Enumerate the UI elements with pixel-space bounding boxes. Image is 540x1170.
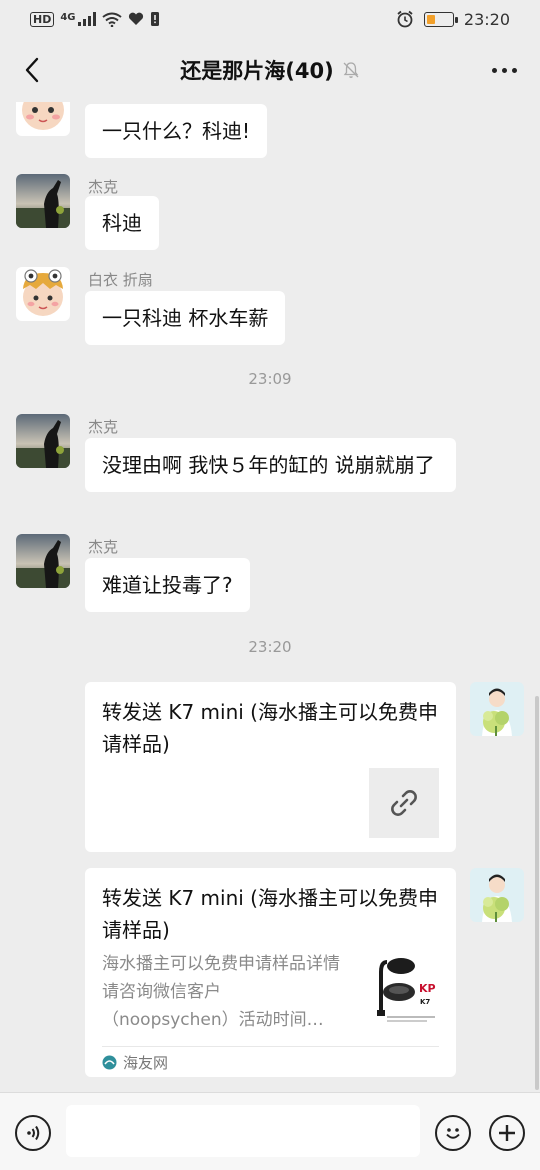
status-time: 23:20 (463, 9, 510, 29)
chat-header: 还是那片海(40) (0, 38, 540, 102)
link-icon (391, 790, 417, 816)
card-description: 海水播主可以免费申请样品详情请咨询微信客户（noopsychen）活动时间… (102, 954, 340, 1030)
message-bubble[interactable]: 科迪 (85, 196, 159, 250)
more-dots-icon (491, 67, 497, 73)
back-button[interactable] (14, 52, 50, 88)
plus-icon (499, 1125, 515, 1141)
sender-name: 白衣 折扇 (88, 271, 153, 289)
avatar[interactable] (16, 102, 70, 136)
message-bubble[interactable]: 没理由啊 我快５年的缸的 说崩就崩了 (85, 438, 456, 492)
avatar[interactable] (16, 174, 70, 228)
scrollbar[interactable] (535, 696, 539, 1090)
alarm-icon (397, 10, 413, 28)
voice-button[interactable] (15, 1115, 51, 1151)
status-bar: HD 4G 23:20 (0, 0, 540, 38)
message-bubble[interactable]: 难道让投毒了? (85, 558, 250, 612)
plus-button[interactable] (489, 1115, 525, 1151)
timestamp: 23:09 (248, 370, 292, 388)
emoji-button[interactable] (435, 1115, 471, 1151)
sender-name: 杰克 (88, 538, 119, 556)
emoji-icon (446, 1128, 460, 1139)
card-source: 海友网 (102, 1052, 168, 1073)
sender-name: 杰克 (88, 418, 119, 436)
notification-icon (150, 12, 159, 26)
heart-icon (128, 12, 143, 25)
bell-off-icon (343, 62, 359, 78)
svg-text:K7: K7 (420, 998, 430, 1006)
shared-article-card[interactable]: 转发送 K7 mini (海水播主可以免费申请样品) 海水播主可以免费申请样品详… (85, 868, 456, 1077)
message-bubble[interactable]: 一只什么？科迪! (85, 104, 268, 158)
chat-title: 还是那片海(40) (180, 59, 334, 83)
shared-link-card[interactable]: 转发送 K7 mini (海水播主可以免费申请样品) (85, 682, 456, 852)
avatar[interactable] (16, 414, 70, 468)
more-options-button[interactable] (486, 56, 522, 84)
svg-text:KP: KP (419, 982, 436, 995)
site-logo-icon (102, 1055, 117, 1070)
avatar[interactable] (16, 534, 70, 588)
card-title: 转发送 K7 mini (海水播主可以免费申请样品) (102, 886, 438, 942)
message-input[interactable] (66, 1105, 420, 1157)
card-title: 转发送 K7 mini (海水播主可以免费申请样品) (102, 700, 438, 756)
link-thumbnail (369, 768, 439, 838)
hd-indicator: HD (30, 11, 55, 27)
avatar[interactable] (16, 267, 70, 321)
timestamp: 23:20 (248, 638, 292, 656)
card-thumbnail: KP K7 (373, 952, 439, 1026)
input-bar (0, 1092, 540, 1170)
wifi-icon (101, 12, 122, 27)
voice-icon (27, 1125, 40, 1141)
battery-icon (423, 11, 458, 27)
network-signal-icon: 4G (60, 12, 96, 26)
sender-name: 杰克 (88, 178, 119, 196)
my-avatar[interactable] (470, 868, 524, 922)
chevron-left-icon (25, 57, 39, 83)
message-bubble[interactable]: 一只科迪 杯水车薪 (85, 291, 286, 345)
message-list[interactable]: 一只什么？科迪! 杰克 科迪 白衣 折扇 一只科迪 杯水车薪 23:09 杰克 … (0, 102, 540, 1092)
my-avatar[interactable] (470, 682, 524, 736)
